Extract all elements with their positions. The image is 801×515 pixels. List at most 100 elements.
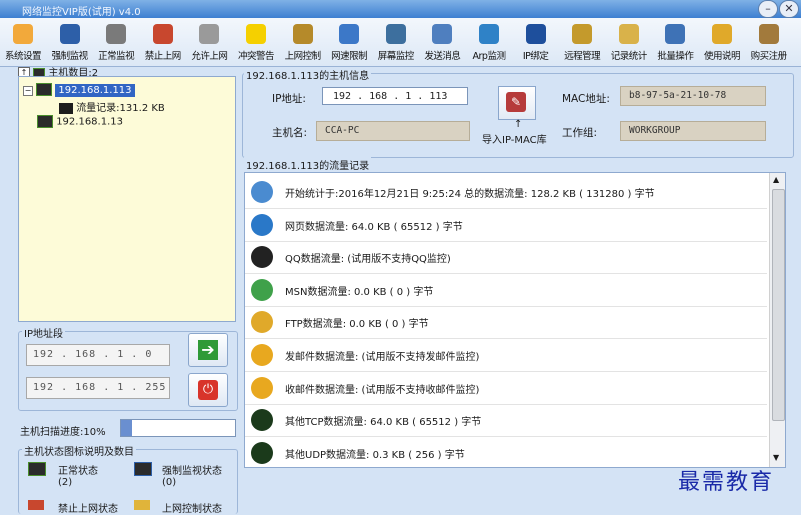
hostname-field[interactable]: CCA-PC xyxy=(316,121,470,141)
toolbar-button-9[interactable]: 发送消息 xyxy=(419,22,465,66)
scroll-thumb[interactable] xyxy=(772,189,785,421)
traffic-row[interactable]: 网页数据流量: 64.0 KB ( 65512 ) 字节 xyxy=(245,208,767,242)
mac-field[interactable]: b8-97-5a-21-10-78 xyxy=(620,86,766,106)
toolbar-button-15[interactable]: 使用说明 xyxy=(699,22,745,66)
toolbar-label: 使用说明 xyxy=(703,51,741,62)
computer-icon xyxy=(28,462,46,476)
toolbar-button-3[interactable]: 禁止上网 xyxy=(140,22,186,66)
toolbar-button-10[interactable]: Arp监测 xyxy=(466,22,512,66)
traffic-row[interactable]: 其他TCP数据流量: 64.0 KB ( 65512 ) 字节 xyxy=(245,403,767,438)
toolbar-button-11[interactable]: IP绑定 xyxy=(513,22,559,66)
ip-range-start-field[interactable]: 192 . 168 . 1 . 0 xyxy=(26,344,170,366)
mac-label: MAC地址: xyxy=(562,93,610,105)
toolbar-button-5[interactable]: 冲突警告 xyxy=(233,22,279,66)
toolbar-label: 远程管理 xyxy=(564,51,601,62)
toolbar-icon xyxy=(479,24,499,44)
traffic-icon xyxy=(251,246,273,269)
toolbar-label: IP绑定 xyxy=(522,51,549,62)
legend-blocked: 禁止上网状态 xyxy=(28,500,118,515)
toolbar-label: 批量操作 xyxy=(657,51,694,62)
toolbar-label: 系统设置 xyxy=(4,51,42,62)
toolbar-label: 记录统计 xyxy=(610,51,648,62)
scroll-up-icon[interactable]: ▲ xyxy=(773,175,779,184)
toolbar-icon xyxy=(339,24,360,44)
toolbar-button-7[interactable]: 网速限制 xyxy=(326,22,372,66)
traffic-text: 收邮件数据流量: (试用版不支持收邮件监控) xyxy=(285,384,480,396)
toolbar-icon xyxy=(758,24,779,44)
toolbar-button-2[interactable]: 正常监视 xyxy=(93,22,139,66)
host-ip-field[interactable]: 192 . 168 . 1 . 113 xyxy=(322,87,468,105)
monitor-icon xyxy=(134,462,152,476)
workgroup-field[interactable]: WORKGROUP xyxy=(620,121,766,141)
toolbar-icon xyxy=(13,24,33,44)
tree-item-host-113[interactable]: − 192.168.1.113 xyxy=(23,83,135,97)
traffic-text: 网页数据流量: 64.0 KB ( 65512 ) 字节 xyxy=(285,221,463,233)
tree-item-label: 流量记录:131.2 KB xyxy=(76,103,165,114)
toolbar-button-16[interactable]: 购买注册 xyxy=(746,22,792,66)
toolbar-button-14[interactable]: 批量操作 xyxy=(652,22,698,66)
toolbar-button-6[interactable]: 上网控制 xyxy=(280,22,326,66)
collapse-icon[interactable]: − xyxy=(23,85,33,96)
scrollbar[interactable]: ▲ ▼ xyxy=(769,173,785,467)
scan-progress-bar xyxy=(120,419,236,437)
legend-label: 正常状态 xyxy=(58,466,98,477)
traffic-row[interactable]: QQ数据流量: (试用版不支持QQ监控) xyxy=(245,240,767,275)
traffic-row[interactable]: 收邮件数据流量: (试用版不支持收邮件监控) xyxy=(245,371,767,405)
toolbar-icon xyxy=(385,24,406,44)
minimize-button[interactable]: – xyxy=(758,0,778,18)
toolbar-button-4[interactable]: 允许上网 xyxy=(186,22,232,66)
traffic-row[interactable]: FTP数据流量: 0.0 KB ( 0 ) 字节 xyxy=(245,305,767,340)
stop-scan-button[interactable]: ⏻ xyxy=(188,373,228,407)
toolbar-label: 正常监视 xyxy=(98,51,135,62)
traffic-list[interactable]: 开始统计于:2016年12月21日 9:25:24 总的数据流量: 128.2 … xyxy=(244,172,786,468)
legend-forced: 强制监视状态 (0) xyxy=(134,462,222,488)
ip-range-title: IP地址段 xyxy=(22,325,65,340)
tree-item-traffic[interactable]: 流量记录:131.2 KB xyxy=(59,99,165,114)
traffic-icon xyxy=(251,278,273,301)
toolbar-icon xyxy=(618,24,639,44)
start-scan-button[interactable]: ➔ xyxy=(188,333,228,367)
legend-count: (0) xyxy=(162,477,177,488)
traffic-row[interactable]: 发邮件数据流量: (试用版不支持发邮件监控) xyxy=(245,338,767,372)
traffic-text: 发邮件数据流量: (试用版不支持发邮件监控) xyxy=(285,352,480,363)
computer-icon xyxy=(37,115,53,128)
toolbar-button-13[interactable]: 记录统计 xyxy=(606,22,652,66)
toolbar-icon xyxy=(292,24,313,44)
close-button[interactable]: ✕ xyxy=(779,0,799,18)
toolbar-button-1[interactable]: 强制监视 xyxy=(47,22,93,66)
legend-count: (2) xyxy=(58,477,73,488)
scan-progress-label: 主机扫描进度:10% xyxy=(20,427,106,438)
traffic-row[interactable]: MSN数据流量: 0.0 KB ( 0 ) 字节 xyxy=(245,273,767,307)
watermark: 最需教育 xyxy=(678,470,775,495)
blocked-icon xyxy=(28,500,44,510)
toolbar-label: 网速限制 xyxy=(331,51,368,62)
host-tree[interactable]: − 192.168.1.113 流量记录:131.2 KB 192.168.1.… xyxy=(18,76,236,322)
traffic-icon xyxy=(251,344,273,366)
host-info-title: 192.168.1.113的主机信息 xyxy=(244,67,372,82)
toolbar-icon xyxy=(152,24,173,44)
ip-range-end-field[interactable]: 192 . 168 . 1 . 255 xyxy=(26,377,170,399)
toolbar-icon xyxy=(525,24,546,44)
toolbar-label: 强制监视 xyxy=(51,51,89,62)
legend-label: 强制监视状态 xyxy=(162,466,222,477)
tree-item-label: 192.168.1.113 xyxy=(55,83,135,97)
toolbar-button-12[interactable]: 远程管理 xyxy=(559,22,605,66)
toolbar-button-0[interactable]: 系统设置 xyxy=(0,22,46,66)
hostname-label: 主机名: xyxy=(272,127,308,139)
toolbar-icon xyxy=(432,24,453,44)
scroll-down-icon[interactable]: ▼ xyxy=(773,453,779,462)
traffic-row[interactable]: 开始统计于:2016年12月21日 9:25:24 总的数据流量: 128.2 … xyxy=(245,175,767,209)
import-icon: ✎ xyxy=(506,92,526,112)
toolbar-icon xyxy=(246,24,266,44)
scan-progress-fill xyxy=(121,420,133,436)
tree-item-host-13[interactable]: 192.168.1.13 xyxy=(37,115,123,128)
toolbar-label: 屏幕监控 xyxy=(377,51,415,62)
toolbar-button-8[interactable]: 屏幕监控 xyxy=(373,22,419,66)
up-arrow-icon: ↑ xyxy=(514,119,523,130)
traffic-title: 192.168.1.113的流量记录 xyxy=(244,157,372,172)
toolbar-label: 上网控制 xyxy=(284,51,322,62)
toolbar-icon xyxy=(59,24,80,44)
import-ip-mac-button[interactable]: ✎ xyxy=(498,86,536,120)
title-bar: 网络监控VIP版(试用) v4.0 – ✕ xyxy=(0,0,801,18)
toolbar-label: 冲突警告 xyxy=(237,51,275,62)
